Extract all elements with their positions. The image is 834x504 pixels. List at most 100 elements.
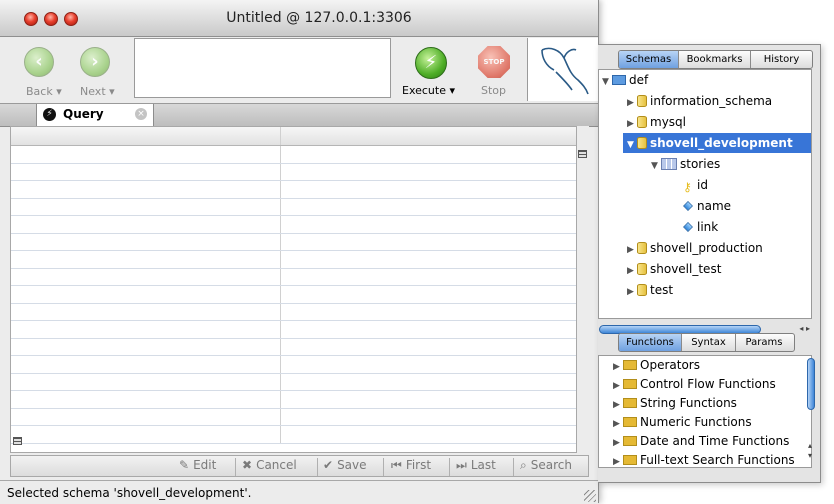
tab-syntax[interactable]: Syntax	[682, 334, 736, 351]
table-row[interactable]	[11, 408, 576, 426]
execute-button-label[interactable]: Execute ▾	[402, 84, 455, 97]
tree-item-test[interactable]: ▶ test	[627, 280, 673, 300]
tree-item-mysql[interactable]: ▶ mysql	[627, 112, 686, 132]
tab-params[interactable]: Params	[736, 334, 792, 351]
table-row[interactable]	[11, 181, 576, 199]
first-button[interactable]: ⏮ First	[391, 458, 431, 473]
functions-vertical-scrollbar[interactable]: ▴ ▾	[805, 356, 818, 466]
disclosure-closed-icon[interactable]: ▶	[627, 93, 637, 113]
status-text: Selected schema 'shovell_development'.	[7, 486, 252, 500]
title-bar[interactable]: Untitled @ 127.0.0.1:3306	[0, 0, 598, 37]
function-category-label: Control Flow Functions	[640, 377, 776, 391]
table-row[interactable]	[11, 163, 576, 181]
table-row[interactable]	[11, 338, 576, 356]
tree-item-label: def	[629, 73, 649, 87]
tree-item-shovell-test[interactable]: ▶ shovell_test	[627, 259, 721, 279]
tree-item-label: stories	[680, 157, 721, 171]
search-button[interactable]: ⌕ Search	[520, 458, 572, 473]
tree-item-information-schema[interactable]: ▶ information_schema	[627, 91, 772, 111]
resize-grip-icon[interactable]	[584, 490, 596, 502]
query-editor[interactable]	[134, 38, 391, 98]
save-button[interactable]: ✔ Save	[323, 458, 367, 472]
close-tab-icon[interactable]: ×	[135, 108, 147, 120]
functions-segmented-control: Functions Syntax Params	[618, 333, 795, 352]
tree-item-label: shovell_test	[650, 262, 722, 276]
function-category-label: Date and Time Functions	[640, 434, 790, 448]
table-row[interactable]	[11, 286, 576, 304]
disclosure-closed-icon[interactable]: ▶	[613, 453, 623, 467]
stop-sign-icon[interactable]: STOP	[478, 46, 510, 78]
table-row[interactable]	[11, 146, 576, 164]
disclosure-open-icon[interactable]: ▼	[627, 135, 637, 155]
table-row[interactable]	[11, 198, 576, 216]
last-button[interactable]: ⏭ Last	[456, 458, 496, 473]
tree-item-label: information_schema	[650, 94, 773, 108]
table-row[interactable]	[11, 356, 576, 374]
function-category-control-flow[interactable]: ▶ Control Flow Functions	[613, 375, 776, 394]
function-category-operators[interactable]: ▶ Operators	[613, 356, 700, 375]
save-button-label: Save	[337, 458, 367, 472]
table-row[interactable]	[11, 426, 576, 444]
table-row[interactable]	[11, 216, 576, 234]
tree-item-def[interactable]: ▼ def	[602, 70, 648, 90]
tree-item-label: shovell_development	[650, 136, 793, 150]
back-button-label[interactable]: Back ▾	[26, 85, 62, 98]
function-category-numeric[interactable]: ▶ Numeric Functions	[613, 413, 752, 432]
column-options-icon[interactable]	[578, 150, 588, 160]
last-button-label: Last	[470, 458, 496, 472]
grid-vertical-scrollbar[interactable]	[577, 126, 589, 453]
edit-toolbar: ✎ Edit ✖ Cancel ✔ Save ⏮ First ⏭ Last ⌕ Search	[10, 455, 589, 477]
table-row[interactable]	[11, 321, 576, 339]
tree-item-name[interactable]: name	[683, 196, 731, 216]
disclosure-closed-icon[interactable]: ▶	[627, 114, 637, 134]
table-row[interactable]	[11, 391, 576, 409]
first-record-icon: ⏮	[391, 458, 402, 472]
edit-button[interactable]: ✎ Edit	[179, 458, 216, 472]
table-row[interactable]	[11, 373, 576, 391]
cancel-button[interactable]: ✖ Cancel	[242, 458, 297, 472]
disclosure-open-icon[interactable]: ▼	[651, 156, 661, 176]
scroll-arrows-icon[interactable]: ▴ ▾	[808, 441, 812, 461]
tab-bookmarks[interactable]: Bookmarks	[679, 51, 751, 68]
tab-history[interactable]: History	[751, 51, 812, 68]
tree-item-shovell-development[interactable]: ▼ shovell_development	[623, 133, 811, 153]
tab-functions[interactable]: Functions	[619, 334, 682, 351]
tree-item-stories[interactable]: ▼ stories	[651, 154, 720, 174]
execute-lightning-icon[interactable]: ⚡	[415, 47, 447, 79]
row-options-icon[interactable]	[13, 437, 23, 447]
tree-item-id[interactable]: ⚷ id	[683, 175, 708, 195]
tab-schemas[interactable]: Schemas	[619, 51, 679, 68]
tree-item-link[interactable]: link	[683, 217, 718, 237]
schema-tree[interactable]: ▼ def ▶ information_schema ▶ mysql ▼ shovell…	[598, 69, 812, 319]
next-arrow-icon[interactable]: ›	[80, 47, 110, 77]
back-arrow-icon[interactable]: ‹	[24, 47, 54, 77]
dolphin-icon	[541, 47, 589, 95]
disclosure-closed-icon[interactable]: ▶	[627, 261, 637, 281]
tree-item-shovell-production[interactable]: ▶ shovell_production	[627, 238, 763, 258]
tab-query[interactable]: ⚡ Query ×	[36, 104, 154, 126]
scroll-arrows-icon[interactable]: ◂ ▸	[799, 324, 810, 333]
function-category-label: String Functions	[640, 396, 737, 410]
function-category-date-time[interactable]: ▶ Date and Time Functions	[613, 432, 789, 451]
query-browser-window: Untitled @ 127.0.0.1:3306 ‹ Back ▾ › Nex…	[0, 0, 599, 504]
scrollbar-thumb[interactable]	[807, 358, 815, 410]
tree-item-label: shovell_production	[650, 241, 763, 255]
function-category-full-text-search[interactable]: ▶ Full-text Search Functions	[613, 451, 795, 467]
toolbar: ‹ Back ▾ › Next ▾ ⚡ Execute ▾ STOP Stop	[0, 37, 598, 103]
table-row[interactable]	[11, 251, 576, 269]
table-row[interactable]	[11, 268, 576, 286]
table-row[interactable]	[11, 233, 576, 251]
next-button-label[interactable]: Next ▾	[80, 85, 115, 98]
result-grid[interactable]	[10, 126, 577, 453]
table-row[interactable]	[11, 303, 576, 321]
function-category-string[interactable]: ▶ String Functions	[613, 394, 737, 413]
folder-icon	[623, 360, 637, 370]
pencil-icon: ✎	[179, 458, 190, 472]
database-icon	[637, 263, 647, 275]
stop-button-label[interactable]: Stop	[481, 84, 506, 97]
disclosure-open-icon[interactable]: ▼	[602, 72, 612, 92]
disclosure-closed-icon[interactable]: ▶	[627, 240, 637, 260]
functions-list[interactable]: ▶ Operators ▶ Control Flow Functions ▶ Stri…	[598, 355, 812, 468]
disclosure-closed-icon[interactable]: ▶	[627, 282, 637, 302]
folder-icon	[612, 75, 626, 85]
